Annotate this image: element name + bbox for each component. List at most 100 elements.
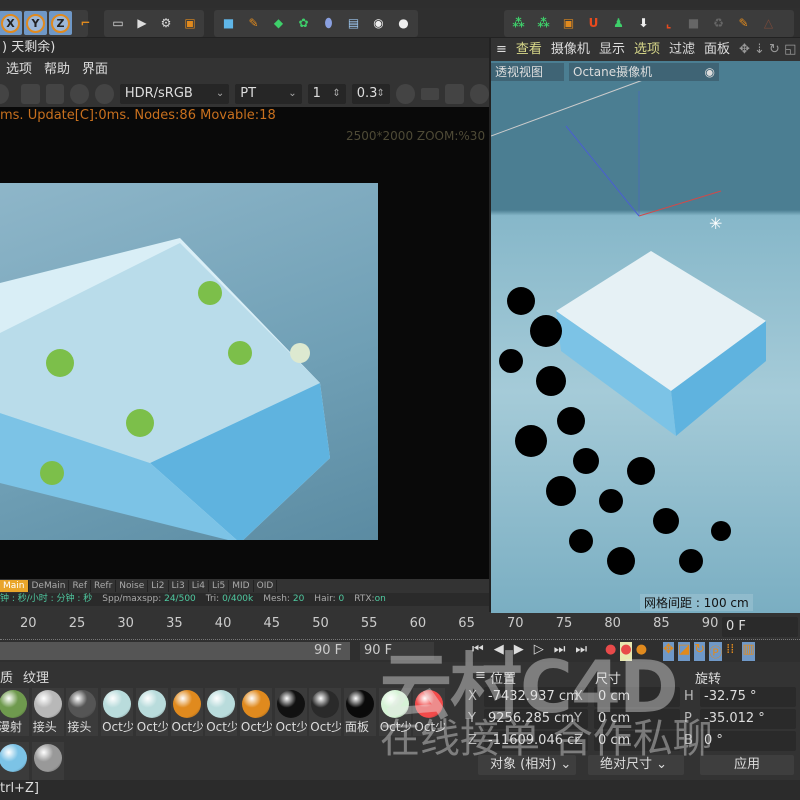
pass-tab[interactable]: OID (253, 580, 278, 592)
key-settings-icon[interactable]: ● (636, 642, 647, 661)
material-swatch[interactable]: Oct少 (309, 688, 342, 736)
record-key-icon[interactable]: ● (605, 642, 616, 661)
go-end-icon[interactable]: ⏭ (575, 642, 587, 657)
save-icon[interactable]: ▣ (557, 11, 580, 35)
view-name-tag[interactable]: 透视视图 (491, 63, 564, 81)
render-settings-icon[interactable]: ⚙ (155, 11, 177, 35)
sphere-icon[interactable] (0, 84, 9, 104)
pos-x-field[interactable]: -7432.937 cm (484, 687, 588, 707)
octane-objects-icon[interactable]: ⁂ (507, 11, 530, 35)
menu-interface[interactable]: 界面 (82, 60, 108, 80)
menu-options[interactable]: 选项 (634, 40, 660, 60)
size-z-field[interactable]: 0 cm (594, 731, 680, 751)
pass-tab[interactable]: DeMain (28, 580, 70, 592)
coord-mode-select[interactable]: 对象 (相对) ⌄ (478, 755, 576, 775)
material-swatch[interactable]: Oct少 (135, 688, 168, 736)
pass-tab[interactable]: Noise (116, 580, 149, 592)
menu-material[interactable]: 质 (0, 667, 13, 686)
next-frame-icon[interactable]: ⏭ (554, 642, 566, 657)
size-x-field[interactable]: 0 cm (594, 687, 680, 707)
menu-view[interactable]: 查看 (516, 40, 542, 60)
rot-h-field[interactable]: -32.75 ° (700, 687, 796, 707)
pass-tab[interactable]: Li5 (209, 580, 230, 592)
size-y-field[interactable]: 0 cm (594, 709, 680, 729)
floor-icon[interactable]: ▤ (342, 11, 365, 35)
next-key-icon[interactable]: ▷ (534, 642, 544, 657)
size-mode-select[interactable]: 绝对尺寸 ⌄ (588, 755, 684, 775)
region-icon[interactable] (45, 84, 65, 104)
x-axis-lock-button[interactable]: X (0, 11, 22, 35)
pos-z-field[interactable]: -11609.046 cr (484, 731, 588, 751)
menu-help[interactable]: 帮助 (44, 60, 70, 80)
param-key-icon[interactable]: Ⓟ (709, 642, 723, 661)
material-swatch[interactable]: 接头 (31, 688, 64, 736)
magnet-icon[interactable]: U (582, 11, 605, 35)
current-frame-field[interactable]: 0 F (722, 617, 798, 637)
box-icon[interactable]: ■ (682, 11, 705, 35)
render-view-icon[interactable]: ▭ (107, 11, 129, 35)
material-swatch[interactable]: Oct少 (170, 688, 203, 736)
play-icon[interactable]: ▶ (514, 642, 524, 657)
perspective-viewport[interactable]: ✳ (490, 61, 800, 613)
kernel-select[interactable]: PT ⌄ (235, 84, 302, 104)
camera-icon[interactable]: ◉ (367, 11, 390, 35)
pass-tab[interactable]: Main (0, 580, 29, 592)
rot-p-field[interactable]: -35.012 ° (700, 709, 796, 729)
pass-tab[interactable]: Refr (91, 580, 117, 592)
octane-scatter-icon[interactable]: ⁂ (532, 11, 555, 35)
frame-icon[interactable] (420, 88, 440, 100)
timeline-ruler[interactable]: 20 25 30 35 40 45 50 55 60 65 70 75 80 85 90 (0, 613, 800, 640)
subdivision-icon[interactable]: ◆ (267, 11, 290, 35)
value2-stepper[interactable]: 0.3 ⇕ (351, 84, 390, 104)
y-axis-lock-button[interactable]: Y (24, 11, 47, 35)
point-level-icon[interactable]: ⁞⁞ (726, 642, 734, 661)
camera-tag[interactable]: Octane摄像机 ◉ (569, 63, 719, 81)
light-icon[interactable]: ● (392, 11, 415, 35)
material-swatch[interactable]: 漫射 (0, 688, 29, 736)
menu-camera[interactable]: 摄像机 (551, 40, 590, 60)
hamburger-icon[interactable]: ≡ (475, 668, 486, 683)
menu-filter[interactable]: 过滤 (669, 40, 695, 60)
add-region-icon[interactable] (20, 84, 40, 104)
material-pick-icon[interactable] (95, 84, 114, 104)
pos-y-field[interactable]: 9256.285 cm (484, 709, 588, 729)
go-start-icon[interactable]: ⏮ (472, 642, 484, 657)
recycle-icon[interactable]: ♻ (707, 11, 730, 35)
material-swatch[interactable]: 面板 (344, 688, 376, 736)
auto-key-icon[interactable]: ● (620, 642, 632, 661)
pass-tab[interactable]: Li3 (168, 580, 189, 592)
pass-tab[interactable]: Li4 (188, 580, 209, 592)
pen-icon[interactable]: ✎ (242, 11, 265, 35)
pass-tab[interactable]: MID (229, 580, 254, 592)
material-swatch[interactable]: 接头 (66, 688, 99, 736)
paint-icon[interactable]: ✎ (732, 11, 755, 35)
color-mode-select[interactable]: HDR/sRGB ⌄ (119, 84, 230, 104)
material-swatch[interactable]: Oct少 (274, 688, 307, 736)
timeline-icon[interactable]: ▥ (742, 642, 755, 661)
move-key-icon[interactable]: ✥ (663, 642, 674, 661)
warning-icon[interactable]: △ (757, 11, 780, 35)
deformer-icon[interactable]: ⬮ (317, 11, 340, 35)
z-axis-lock-button[interactable]: Z (49, 11, 72, 35)
rotate-key-icon[interactable]: ↻ (694, 642, 706, 661)
coordinate-system-button[interactable]: ⌐ (74, 11, 97, 35)
hexagon-icon[interactable] (395, 84, 415, 104)
hamburger-icon[interactable]: ≡ (496, 40, 507, 60)
value1-stepper[interactable]: 1 ⇕ (307, 84, 346, 104)
snapshot-icon[interactable] (445, 84, 465, 104)
menu-display[interactable]: 显示 (599, 40, 625, 60)
material-swatch[interactable]: Oct少 (101, 688, 134, 736)
menu-texture[interactable]: 纹理 (23, 667, 49, 686)
pass-tab[interactable]: Li2 (148, 580, 169, 592)
frame-range-slider[interactable] (0, 642, 350, 660)
menu-options[interactable]: 选项 (6, 60, 32, 80)
pass-tab[interactable]: Ref (69, 580, 92, 592)
material-swatch[interactable]: Oct少 (205, 688, 238, 736)
apply-button[interactable]: 应用 (700, 755, 794, 775)
circle-icon[interactable] (470, 84, 489, 104)
focus-icon[interactable] (70, 84, 90, 104)
end-frame-field[interactable]: 90 F (360, 642, 434, 660)
viewport-nav-icons[interactable]: ✥ ⇣ ↻ ◱ (739, 40, 796, 60)
material-swatch[interactable]: Oct少 (239, 688, 272, 736)
material-swatch[interactable]: Oct少 (378, 688, 411, 736)
